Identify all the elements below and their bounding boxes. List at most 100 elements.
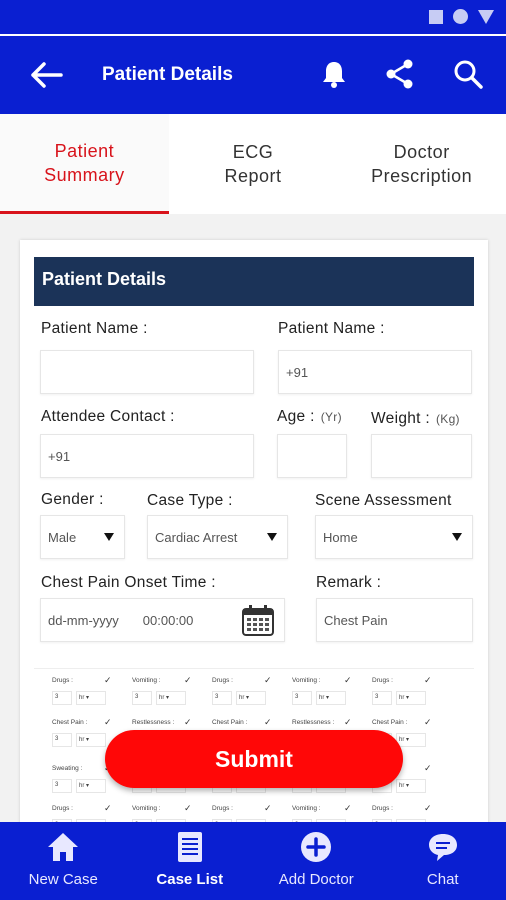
check-icon[interactable]: ✓: [264, 675, 272, 686]
symptom-cell[interactable]: Drugs : ✓ 3 hr ▾: [368, 675, 448, 715]
tab-label: Doctor: [393, 142, 450, 162]
symptom-unit-select[interactable]: hr ▾: [156, 691, 186, 705]
symptom-cell[interactable]: Drugs : ✓ 3 hr ▾: [48, 675, 128, 715]
status-bar: [0, 0, 506, 34]
symptom-unit-select[interactable]: hr ▾: [76, 779, 106, 793]
symptom-unit-select[interactable]: hr ▾: [236, 691, 266, 705]
weight-label-text: Weight :: [371, 410, 430, 427]
nav-label: Chat: [426, 871, 459, 888]
symptom-cell[interactable]: Vomiting : ✓ 3 hr ▾: [128, 675, 208, 715]
symptom-count-field[interactable]: 3: [292, 691, 312, 705]
age-field[interactable]: [277, 434, 347, 478]
weight-field[interactable]: [371, 434, 472, 478]
symptom-cell[interactable]: Drugs : ✓ 3 hr ▾: [208, 675, 288, 715]
check-icon[interactable]: ✓: [184, 803, 192, 814]
check-icon[interactable]: ✓: [424, 717, 432, 728]
check-icon[interactable]: ✓: [264, 803, 272, 814]
symptom-count-field[interactable]: 3: [52, 733, 72, 747]
attendee-contact-field[interactable]: +91: [40, 434, 254, 478]
check-icon[interactable]: ✓: [344, 803, 352, 814]
check-icon[interactable]: ✓: [424, 675, 432, 686]
symptom-count-field[interactable]: 3: [212, 691, 232, 705]
share-icon[interactable]: [384, 58, 416, 90]
age-unit: (Yr): [320, 410, 342, 424]
nav-add-doctor[interactable]: Add Doctor: [253, 822, 380, 900]
symptom-label: Vomiting :: [132, 805, 161, 812]
symptom-count-field[interactable]: 3: [52, 691, 72, 705]
scene-assessment-value: Home: [323, 529, 358, 545]
bottom-nav: New Case Case List Add Doctor Chat: [0, 822, 506, 900]
age-label: Age : (Yr): [277, 408, 342, 426]
section-title: Patient Details: [34, 257, 474, 306]
nav-chat[interactable]: Chat: [380, 822, 506, 900]
tab-patient-summary[interactable]: Patient Summary: [0, 114, 169, 214]
symptom-label: Drugs :: [372, 805, 393, 812]
check-icon[interactable]: ✓: [264, 717, 272, 728]
scene-assessment-label: Scene Assessment: [315, 492, 452, 509]
nav-new-case[interactable]: New Case: [0, 822, 127, 900]
patient-phone-field[interactable]: +91: [278, 350, 472, 394]
nav-case-list[interactable]: Case List: [127, 822, 254, 900]
remark-label: Remark :: [316, 574, 382, 591]
tab-label: Prescription: [371, 166, 473, 186]
app-bar: Patient Details: [0, 34, 506, 114]
symptom-label: Restlessness :: [132, 719, 175, 726]
chest-pain-onset-field[interactable]: dd-mm-yyyy 00:00:00: [40, 598, 285, 642]
dropdown-arrow-icon: [452, 533, 462, 541]
patient-name-field[interactable]: [40, 350, 254, 394]
check-icon[interactable]: ✓: [184, 675, 192, 686]
scene-assessment-select[interactable]: Home: [315, 515, 473, 559]
case-type-label: Case Type :: [147, 492, 233, 509]
check-icon[interactable]: ✓: [424, 763, 432, 774]
symptom-unit-select[interactable]: hr ▾: [76, 733, 106, 747]
check-icon[interactable]: ✓: [184, 717, 192, 728]
remark-field[interactable]: Chest Pain: [316, 598, 473, 642]
calendar-icon[interactable]: [240, 604, 276, 638]
back-arrow-icon[interactable]: [30, 60, 64, 90]
symptom-unit-select[interactable]: hr ▾: [316, 691, 346, 705]
symptom-unit-select[interactable]: hr ▾: [396, 733, 426, 747]
symptom-count-field[interactable]: 3: [52, 779, 72, 793]
search-icon[interactable]: [452, 58, 484, 90]
date-field[interactable]: dd-mm-yyyy: [48, 613, 119, 628]
check-icon[interactable]: ✓: [104, 803, 112, 814]
symptom-unit-select[interactable]: hr ▾: [396, 691, 426, 705]
bell-icon[interactable]: [318, 58, 350, 90]
submit-button[interactable]: Submit: [105, 730, 403, 788]
case-type-select[interactable]: Cardiac Arrest: [147, 515, 288, 559]
symptom-label: Drugs :: [52, 677, 73, 684]
back-triangle-icon: [478, 9, 494, 24]
status-icons: [429, 9, 494, 24]
tab-ecg-report[interactable]: ECG Report: [168, 114, 338, 214]
check-icon[interactable]: ✓: [344, 717, 352, 728]
check-icon[interactable]: ✓: [424, 803, 432, 814]
nav-label: New Case: [28, 871, 98, 888]
tab-doctor-prescription[interactable]: Doctor Prescription: [337, 114, 506, 214]
symptom-label: Sweating :: [52, 765, 83, 772]
time-field[interactable]: 00:00:00: [143, 613, 194, 628]
dropdown-arrow-icon: [104, 533, 114, 541]
gender-label: Gender :: [41, 491, 104, 508]
symptom-unit-select[interactable]: hr ▾: [396, 779, 426, 793]
dropdown-arrow-icon: [267, 533, 277, 541]
symptom-label: Vomiting :: [132, 677, 161, 684]
gender-value: Male: [48, 529, 77, 545]
symptom-cell[interactable]: Vomiting : ✓ 3 hr ▾: [288, 675, 368, 715]
home-circle-icon: [453, 9, 468, 24]
gender-select[interactable]: Male: [40, 515, 125, 559]
symptom-row: Drugs :✓3hr ▾Vomiting :✓3hr ▾Drugs :✓3hr…: [34, 675, 474, 715]
check-icon[interactable]: ✓: [344, 675, 352, 686]
age-label-text: Age :: [277, 408, 315, 425]
symptom-count-field[interactable]: 3: [372, 691, 392, 705]
tab-label: ECG: [232, 142, 274, 162]
symptom-count-field[interactable]: 3: [132, 691, 152, 705]
page-title: Patient Details: [102, 64, 233, 85]
symptom-label: Vomiting :: [292, 677, 321, 684]
check-icon[interactable]: ✓: [104, 717, 112, 728]
check-icon[interactable]: ✓: [104, 675, 112, 686]
symptom-label: Drugs :: [52, 805, 73, 812]
symptom-label: Chest Pain :: [52, 719, 88, 726]
symptom-label: Restlessness :: [292, 719, 335, 726]
symptom-unit-select[interactable]: hr ▾: [76, 691, 106, 705]
tab-label: Summary: [44, 164, 125, 185]
